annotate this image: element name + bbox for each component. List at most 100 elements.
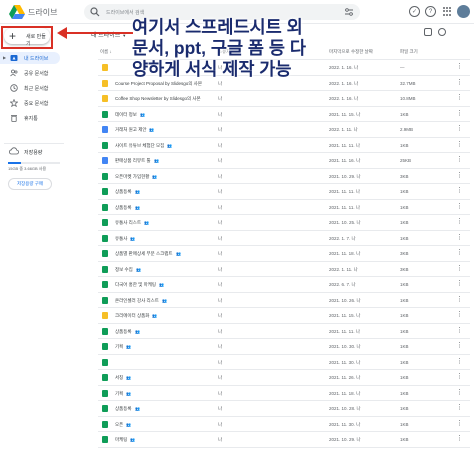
file-name: 오픈마켓 가입현황: [115, 173, 150, 179]
table-row[interactable]: 사이트 유튜브 체험단 모집 👥 나 2021. 11. 11. 나 1KB ⋮: [98, 138, 470, 153]
doc-icon: [102, 126, 108, 133]
sidebar-item-my-drive[interactable]: ▶ 내 드라이브: [0, 52, 60, 64]
table-row[interactable]: 정보 수집 👥 나 2022. 1. 11. 나 3KB ⋮: [98, 262, 470, 277]
help-icon[interactable]: ?: [425, 6, 436, 17]
more-actions-icon[interactable]: ⋮: [456, 249, 463, 257]
sort-arrow-icon[interactable]: ↓: [110, 49, 112, 54]
file-name: 유통사: [115, 235, 128, 241]
column-size[interactable]: 파일 크기: [400, 49, 418, 55]
search-icon[interactable]: [90, 7, 100, 17]
table-row[interactable]: 나 2021. 11. 30. 나 1KB ⋮: [98, 355, 470, 370]
offline-status-icon[interactable]: ✓: [409, 6, 420, 17]
more-actions-icon[interactable]: ⋮: [456, 63, 463, 71]
file-date: 2021. 10. 29. 나: [329, 437, 361, 442]
shared-people-icon: 👥: [126, 375, 131, 380]
more-actions-icon[interactable]: ⋮: [456, 296, 463, 304]
file-date: 2021. 11. 15. 나: [329, 111, 361, 117]
file-owner: 나: [218, 266, 223, 272]
more-actions-icon[interactable]: ⋮: [456, 234, 463, 242]
more-actions-icon[interactable]: ⋮: [456, 389, 463, 397]
table-row[interactable]: 유통사 👥 나 2022. 1. 7. 나 1KB ⋮: [98, 231, 470, 246]
storage-label[interactable]: 저장용량: [24, 149, 42, 156]
more-actions-icon[interactable]: ⋮: [456, 79, 463, 87]
file-date: 2021. 11. 26. 나: [329, 375, 361, 380]
more-actions-icon[interactable]: ⋮: [456, 156, 463, 164]
file-owner: 나: [218, 313, 223, 318]
more-actions-icon[interactable]: ⋮: [456, 141, 463, 149]
table-row[interactable]: 크리에이터 상품화 👥 나 2021. 11. 15. 나 1KB ⋮: [98, 308, 470, 324]
file-rows: 나 2022. 1. 16. 나 — ⋮ Course Project Proposal…: [98, 60, 470, 450]
more-actions-icon[interactable]: ⋮: [456, 420, 463, 428]
table-row[interactable]: 상품등록 👥 나 2021. 11. 11. 나 1KB ⋮: [98, 200, 470, 215]
more-actions-icon[interactable]: ⋮: [456, 358, 463, 366]
shared-people-icon: 👥: [149, 127, 154, 132]
storage-bar: [8, 162, 60, 164]
table-row[interactable]: 유통사 리스트 👥 나 2021. 10. 25. 나 1KB ⋮: [98, 215, 470, 231]
more-actions-icon[interactable]: ⋮: [456, 203, 463, 211]
more-actions-icon[interactable]: ⋮: [456, 265, 463, 273]
apps-grid-icon[interactable]: [443, 7, 452, 16]
buy-storage-button[interactable]: 저장용량 구매: [8, 178, 52, 190]
file-owner: 나: [218, 344, 223, 349]
file-owner: 나: [218, 421, 223, 427]
table-row[interactable]: 상품등록 👥 나 2021. 11. 11. 나 1KB ⋮: [98, 184, 470, 200]
search-options-icon[interactable]: [344, 7, 354, 17]
table-row[interactable]: 데이터 정보 👥 나 2021. 11. 15. 나 1KB ⋮: [98, 107, 470, 122]
search-input[interactable]: 드라이브에서 검색: [106, 9, 144, 16]
shared-people-icon: 👥: [162, 297, 167, 303]
more-actions-icon[interactable]: ⋮: [456, 125, 463, 133]
table-row[interactable]: 기획 👥 나 2021. 11. 18. 나 1KB ⋮: [98, 386, 470, 401]
file-date: 2021. 10. 29. 나: [329, 173, 361, 179]
table-row[interactable]: 상품별 판매상세 부분 스크랩트 👥 나 2021. 11. 18. 나 3KB ⋮: [98, 246, 470, 262]
table-row[interactable]: 마케팅 👥 나 2021. 10. 29. 나 1KB ⋮: [98, 432, 470, 448]
table-row[interactable]: 서칭 👥 나 2021. 11. 26. 나 1KB ⋮: [98, 370, 470, 386]
file-owner: 나: [218, 406, 223, 411]
file-date: 2021. 11. 11. 나: [329, 328, 360, 334]
more-actions-icon[interactable]: ⋮: [456, 404, 463, 412]
table-row[interactable]: 거래처 원고 제안 👥 나 2022. 1. 11. 나 2.9MB ⋮: [98, 122, 470, 138]
more-actions-icon[interactable]: ⋮: [456, 110, 463, 118]
more-actions-icon[interactable]: ⋮: [456, 218, 463, 226]
file-owner: 나: [218, 251, 223, 256]
storage-bar-fill: [8, 162, 21, 164]
file-size: 1KB: [400, 142, 409, 148]
table-row[interactable]: 상품등록 👥 나 2021. 10. 28. 나 1KB ⋮: [98, 401, 470, 417]
folder-icon: [102, 312, 108, 319]
more-actions-icon[interactable]: ⋮: [456, 280, 463, 288]
table-row[interactable]: 오픈 👥 나 2021. 11. 30. 나 1KB ⋮: [98, 417, 470, 432]
sidebar-item-trash[interactable]: 휴지통: [0, 112, 70, 124]
column-name[interactable]: 이름 ↓: [100, 49, 112, 55]
file-date: 2022. 1. 16. 나: [329, 96, 359, 101]
sidebar-item-shared[interactable]: 공유 문서함: [0, 67, 70, 79]
expand-caret-icon[interactable]: ▶: [3, 55, 6, 60]
file-size: 1KB: [400, 359, 409, 365]
column-modified[interactable]: 마지막으로 수정한 날짜: [329, 49, 373, 55]
table-row[interactable]: 기획 👥 나 2021. 10. 30. 나 1KB ⋮: [98, 339, 470, 355]
list-view-icon[interactable]: [424, 28, 432, 36]
sidebar-item-starred[interactable]: 중요 문서함: [0, 97, 70, 109]
more-actions-icon[interactable]: ⋮: [456, 311, 463, 319]
more-actions-icon[interactable]: ⋮: [456, 342, 463, 350]
sheet-icon: [102, 281, 108, 288]
shared-people-icon: 👥: [135, 328, 140, 334]
table-row[interactable]: 온라인셀러 강사 리스트 👥 나 2021. 10. 26. 나 1KB ⋮: [98, 293, 470, 308]
info-icon[interactable]: [438, 28, 446, 36]
table-row[interactable]: 다국어 홍한 및 마케팅 👥 나 2022. 6. 7. 나 1KB ⋮: [98, 277, 470, 293]
drive-logo-icon[interactable]: [9, 5, 25, 19]
sidebar-item-recent[interactable]: 최근 문서함: [0, 82, 70, 94]
more-actions-icon[interactable]: ⋮: [456, 187, 463, 195]
more-actions-icon[interactable]: ⋮: [456, 435, 463, 443]
file-size: 1KB: [400, 282, 409, 287]
more-actions-icon[interactable]: ⋮: [456, 327, 463, 335]
table-row[interactable]: 판매상품 리뷰트 툴 👥 나 2021. 11. 16. 나 25KB ⋮: [98, 153, 470, 169]
more-actions-icon[interactable]: ⋮: [456, 373, 463, 381]
avatar[interactable]: [457, 5, 470, 18]
sheet-icon: [102, 436, 108, 443]
table-row[interactable]: 오픈마켓 가입현황 👥 나 2021. 10. 29. 나 3KB ⋮: [98, 169, 470, 184]
more-actions-icon[interactable]: ⋮: [456, 172, 463, 180]
shared-people-icon: 👥: [152, 313, 157, 318]
file-date: 2021. 10. 25. 나: [329, 220, 361, 225]
table-row[interactable]: Coffee Shop Newsletter by Slidesgo의 사본 나 2…: [98, 91, 470, 107]
more-actions-icon[interactable]: ⋮: [456, 94, 463, 102]
table-row[interactable]: 상품등록 👥 나 2021. 11. 11. 나 1KB ⋮: [98, 324, 470, 339]
